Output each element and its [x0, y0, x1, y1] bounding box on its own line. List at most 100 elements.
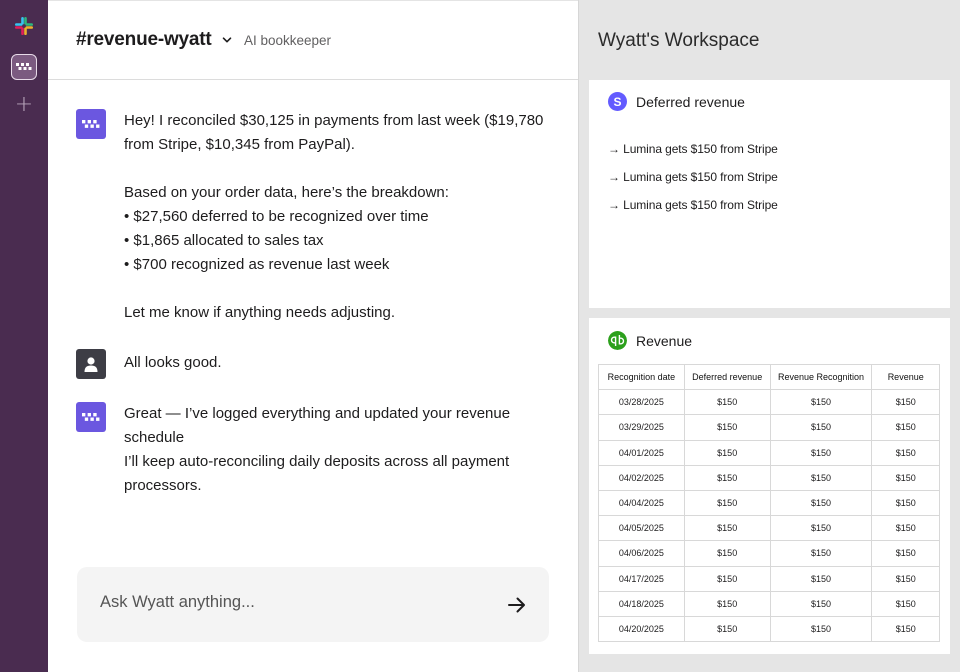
table-cell: $150: [769, 414, 873, 441]
message-line: All looks good.: [124, 354, 222, 371]
table-row: 04/18/2025 $150 $150 $150: [598, 590, 940, 617]
table-cell: 04/04/2025: [598, 489, 685, 517]
deferred-revenue-card: S Deferred revenue → Lumina gets $150 fr…: [589, 80, 950, 308]
table-header-row: Recognition date Deferred revenue Revenu…: [598, 363, 940, 391]
table-cell: $150: [769, 540, 873, 567]
message-line: Hey! I reconciled $30,125 in payments fr…: [124, 112, 544, 129]
table-row: 04/04/2025 $150 $150 $150: [598, 489, 940, 517]
message-composer: [77, 567, 549, 642]
column-header: Recognition date: [598, 363, 685, 391]
message-text: Great — I’ve logged everything and updat…: [124, 402, 554, 498]
table-cell: 04/06/2025: [598, 540, 685, 567]
table-cell: $150: [871, 615, 940, 643]
table-cell: $150: [683, 565, 771, 592]
table-cell: 04/18/2025: [598, 590, 685, 617]
table-cell: $150: [683, 464, 771, 491]
table-cell: $150: [683, 515, 771, 542]
table-cell: 03/29/2025: [598, 414, 685, 441]
table-cell: 04/20/2025: [598, 615, 685, 643]
table-cell: 04/02/2025: [598, 464, 685, 491]
table-cell: $150: [871, 540, 940, 567]
message-input[interactable]: [100, 593, 480, 612]
message-line: schedule: [124, 429, 185, 446]
table-cell: $150: [871, 590, 940, 617]
message-line: from Stripe, $10,345 from PayPal).: [124, 136, 355, 153]
message-line: processors.: [124, 477, 202, 494]
user-avatar[interactable]: [76, 349, 106, 379]
chevron-down-icon[interactable]: [221, 34, 233, 46]
bot-avatar[interactable]: [76, 109, 106, 139]
table-cell: $150: [871, 565, 940, 592]
channel-header: #revenue-wyatt AI bookkeeper: [48, 0, 578, 80]
table-cell: $150: [769, 389, 873, 416]
table-row: 04/17/2025 $150 $150 $150: [598, 565, 940, 592]
channel-name[interactable]: #revenue-wyatt: [76, 29, 212, 51]
wyatt-logo-icon: [82, 412, 100, 421]
table-cell: $150: [683, 414, 771, 441]
table-cell: $150: [769, 515, 873, 542]
column-header: Deferred revenue: [683, 363, 771, 391]
table-row: 04/20/2025 $150 $150 $150: [598, 615, 940, 643]
table-cell: $150: [769, 439, 873, 466]
message-line: I’ll keep auto-reconciling daily deposit…: [124, 453, 510, 470]
table-cell: $150: [683, 540, 771, 567]
message-text: Hey! I reconciled $30,125 in payments fr…: [124, 109, 554, 321]
table-cell: $150: [871, 414, 940, 441]
message-line: • $27,560 deferred to be recognized over…: [124, 208, 429, 225]
table-row: 04/06/2025 $150 $150 $150: [598, 540, 940, 567]
table-row: 04/01/2025 $150 $150 $150: [598, 439, 940, 466]
card-title: Revenue: [636, 333, 693, 349]
message: Great — I’ve logged everything and updat…: [76, 402, 556, 502]
table-cell: $150: [871, 439, 940, 466]
table-row: 04/05/2025 $150 $150 $150: [598, 515, 940, 542]
message-line: • $700 recognized as revenue last week: [124, 256, 390, 273]
table-row: 04/02/2025 $150 $150 $150: [598, 464, 940, 491]
table-row: 03/28/2025 $150 $150 $150: [598, 389, 940, 416]
table-cell: $150: [871, 389, 940, 416]
deferred-feed: → Lumina gets $150 from Stripe → Lumina …: [608, 135, 778, 219]
message-line: Great — I’ve logged everything and updat…: [124, 405, 511, 422]
table-cell: $150: [683, 389, 771, 416]
workspace-title: Wyatt's Workspace: [598, 30, 760, 51]
plus-icon[interactable]: +: [14, 94, 34, 116]
table-cell: $150: [683, 615, 771, 643]
table-cell: $150: [769, 464, 873, 491]
table-cell: $150: [769, 590, 873, 617]
table-cell: $150: [871, 489, 940, 517]
list-item: → Lumina gets $150 from Stripe: [608, 142, 778, 156]
message: Hey! I reconciled $30,125 in payments fr…: [76, 109, 556, 321]
table-row: 03/29/2025 $150 $150 $150: [598, 414, 940, 441]
table-cell: $150: [871, 464, 940, 491]
table-cell: 04/01/2025: [598, 439, 685, 466]
list-item: → Lumina gets $150 from Stripe: [608, 198, 778, 212]
revenue-card: Revenue Recognition date Deferred revenu…: [589, 318, 950, 654]
message-line: Let me know if anything needs adjusting.: [124, 304, 396, 321]
chat-pane: #revenue-wyatt AI bookkeeper Hey! I reco…: [48, 0, 578, 672]
send-button[interactable]: [505, 593, 529, 617]
message-text: All looks good.: [124, 351, 554, 375]
message-line: • $1,865 allocated to sales tax: [124, 232, 324, 249]
column-header: Revenue: [871, 363, 940, 391]
bot-avatar[interactable]: [76, 402, 106, 432]
slack-logo-icon[interactable]: [14, 16, 34, 36]
channel-description: AI bookkeeper: [244, 33, 332, 48]
table-cell: 03/28/2025: [598, 389, 685, 416]
table-cell: $150: [683, 489, 771, 517]
table-cell: $150: [769, 615, 873, 643]
table-cell: $150: [769, 565, 873, 592]
message: All looks good.: [76, 349, 556, 379]
table-cell: $150: [683, 590, 771, 617]
workspace-rail: +: [0, 0, 48, 672]
table-cell: $150: [683, 439, 771, 466]
wyatt-logo-icon: [82, 119, 100, 128]
person-icon: [84, 357, 98, 372]
card-title: Deferred revenue: [636, 94, 745, 110]
wyatt-app-icon[interactable]: [11, 54, 37, 80]
revenue-table: Recognition date Deferred revenue Revenu…: [598, 363, 940, 643]
workspace-pane: Wyatt's Workspace S Deferred revenue → L…: [578, 0, 960, 672]
column-header: Revenue Recognition: [769, 363, 873, 391]
table-cell: $150: [769, 489, 873, 517]
stripe-icon: S: [608, 92, 627, 111]
quickbooks-icon: [608, 331, 627, 350]
wyatt-logo-icon: [16, 63, 32, 70]
